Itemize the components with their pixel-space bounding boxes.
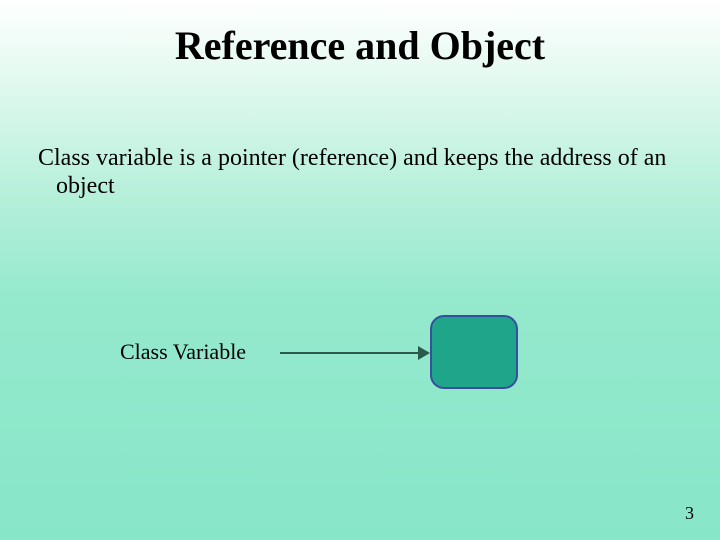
page-number: 3 (685, 503, 694, 524)
arrow-head-icon (418, 346, 430, 360)
slide-title: Reference and Object (0, 22, 720, 69)
arrow-line-icon (280, 352, 420, 354)
slide: Reference and Object Class variable is a… (0, 0, 720, 540)
slide-body-text: Class variable is a pointer (reference) … (38, 145, 676, 200)
object-box-icon (430, 315, 518, 389)
reference-diagram: Class Variable (120, 315, 600, 395)
diagram-label: Class Variable (120, 339, 246, 365)
